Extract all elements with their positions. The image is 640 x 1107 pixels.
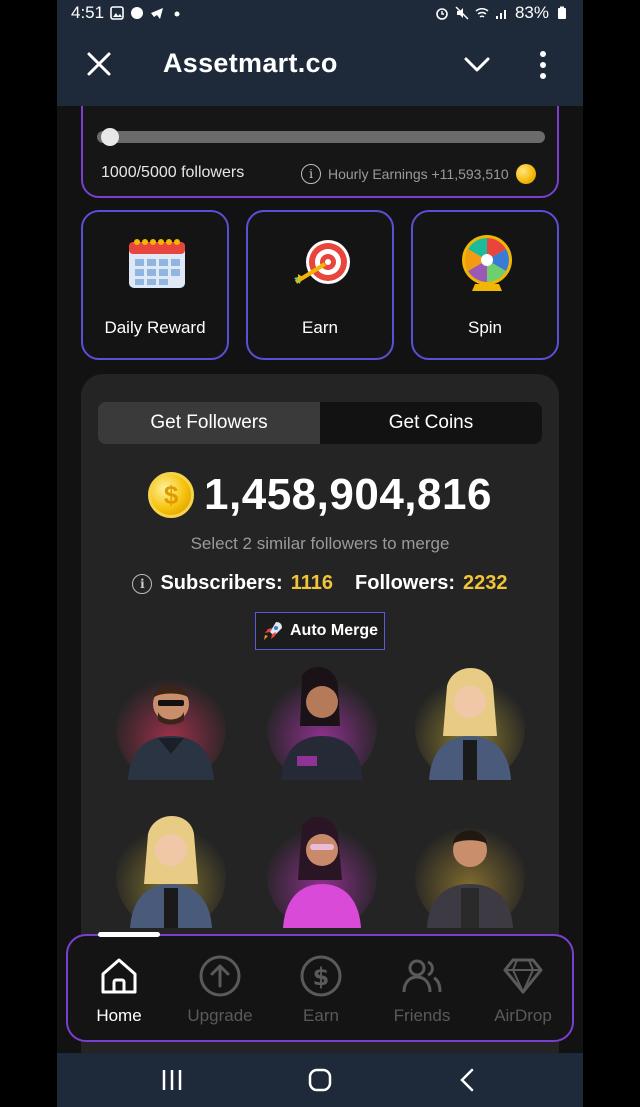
coin-icon (515, 164, 536, 184)
status-bar: 4:51 83% (57, 0, 583, 26)
hourly-earnings: i Hourly Earnings +11,593,510 (301, 164, 536, 184)
signal-icon (495, 10, 506, 19)
wifi-icon (475, 7, 489, 18)
auto-merge-button[interactable]: Auto Merge (255, 612, 385, 650)
more-options-icon[interactable] (537, 50, 549, 80)
diamond-icon (503, 958, 543, 995)
nav-airdrop-label: AirDrop (494, 1006, 552, 1025)
bottom-nav: Home Upgrade $ Earn Friends AirDrop (66, 932, 574, 1042)
follower-avatar[interactable] (116, 804, 226, 928)
messenger-icon (131, 7, 144, 19)
dot-icon (174, 11, 180, 17)
nav-earn[interactable]: $ Earn (271, 954, 371, 1026)
alarm-icon (436, 8, 448, 20)
home-icon (101, 958, 137, 994)
follower-avatar[interactable] (267, 804, 377, 928)
info-icon[interactable]: i (132, 573, 153, 594)
status-time: 4:51 (71, 3, 105, 22)
page-title: Assetmart.co (163, 48, 338, 78)
nav-friends-label: Friends (393, 1006, 451, 1025)
followers-count: 1000/5000 followers (101, 164, 245, 181)
scroll-content[interactable]: 1000/5000 followers i Hourly Earnings +1… (57, 106, 583, 1053)
daily-reward-tile[interactable]: Daily Reward (81, 210, 229, 360)
merge-hint: Select 2 similar followers to merge (190, 534, 450, 553)
app-bar: Assetmart.co (57, 26, 583, 106)
hourly-earnings-label: Hourly Earnings +11,593,510 (328, 166, 509, 182)
spin-tile-label: Spin (467, 318, 503, 337)
dollar-circle-icon: $ (300, 955, 342, 997)
followers-progress-card: 1000/5000 followers i Hourly Earnings +1… (81, 106, 559, 198)
daily-reward-label: Daily Reward (104, 318, 206, 337)
coin-icon: $ (148, 472, 195, 518)
phone-screen: 4:51 83% Assetmart.co 1000/5000 follower… (57, 0, 583, 1107)
stats-row: i Subscribers: 1116 Followers: 2232 (81, 572, 559, 595)
gallery-icon (110, 6, 124, 20)
target-icon (294, 240, 350, 284)
home-button-icon[interactable] (307, 1067, 333, 1093)
earn-tile-label: Earn (302, 318, 338, 337)
balance-row: $ 1,458,904,816 (81, 470, 559, 520)
nav-friends[interactable]: Friends (372, 954, 472, 1026)
chevron-down-icon[interactable] (463, 54, 491, 76)
nav-upgrade-label: Upgrade (187, 1006, 253, 1025)
back-icon[interactable] (455, 1067, 481, 1093)
arrow-up-circle-icon (199, 955, 241, 997)
follower-avatar[interactable] (415, 804, 525, 928)
follower-avatar[interactable] (267, 656, 377, 780)
subscribers-label: Subscribers: (160, 572, 283, 594)
nav-home[interactable]: Home (69, 954, 169, 1026)
coin-balance: 1,458,904,816 (204, 470, 492, 519)
followers-grid (81, 656, 559, 956)
telegram-icon (151, 8, 164, 19)
close-icon[interactable] (85, 50, 113, 78)
followers-label: Followers: (355, 572, 456, 594)
system-nav-bar (57, 1053, 583, 1107)
active-indicator (98, 932, 160, 937)
wheel-icon (462, 235, 512, 291)
info-icon[interactable]: i (301, 164, 321, 184)
nav-home-label: Home (96, 1006, 142, 1025)
nav-airdrop[interactable]: AirDrop (473, 954, 573, 1026)
nav-upgrade[interactable]: Upgrade (170, 954, 270, 1026)
progress-knob (100, 128, 119, 146)
tab-bar: Get Followers Get Coins (98, 402, 542, 444)
earn-tile[interactable]: Earn (246, 210, 394, 360)
action-tiles: Daily Reward Earn Spin (81, 210, 559, 362)
calendar-icon (129, 239, 185, 288)
nav-earn-label: Earn (303, 1006, 339, 1025)
auto-merge-label: Auto Merge (290, 622, 378, 639)
friends-icon (402, 959, 442, 993)
follower-avatar[interactable] (415, 656, 525, 780)
tab-get-followers[interactable]: Get Followers (98, 402, 320, 444)
battery-percent: 83% (514, 3, 549, 22)
svg-text:$: $ (313, 963, 330, 991)
subscribers-value: 1116 (290, 572, 334, 594)
battery-icon (558, 6, 566, 19)
rocket-icon (264, 622, 282, 640)
followers-value: 2232 (463, 572, 508, 594)
mute-icon (455, 6, 469, 20)
recent-apps-icon[interactable] (159, 1067, 185, 1093)
follower-avatar[interactable] (116, 656, 226, 780)
tab-get-coins[interactable]: Get Coins (320, 402, 542, 444)
followers-progress-bar (97, 131, 545, 143)
spin-tile[interactable]: Spin (411, 210, 559, 360)
